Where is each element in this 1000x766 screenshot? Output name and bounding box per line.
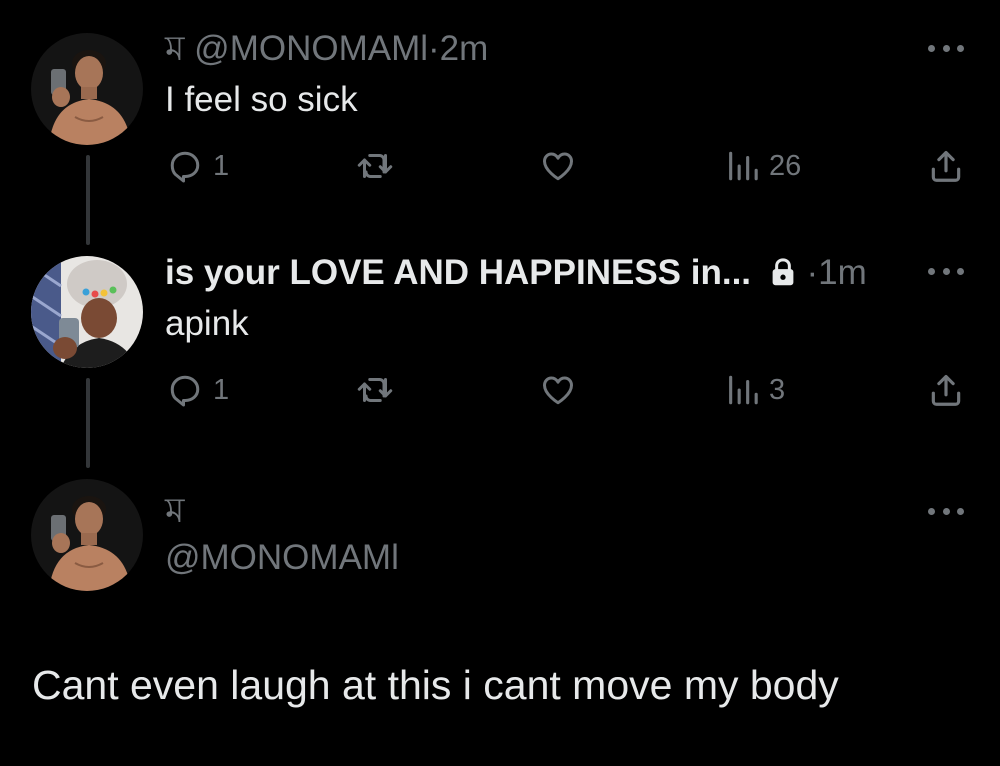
display-name[interactable]: ম — [165, 29, 184, 68]
reply-button[interactable]: 1 — [167, 144, 229, 188]
action-bar: 1 3 — [165, 368, 965, 412]
share-button[interactable] — [927, 368, 965, 412]
share-button[interactable] — [927, 144, 965, 188]
views-icon — [729, 375, 758, 405]
share-icon — [931, 150, 961, 182]
views-button[interactable]: 3 — [725, 368, 785, 412]
reply-icon — [170, 375, 200, 407]
retweet-button[interactable] — [355, 144, 395, 188]
tweet-text: apink — [165, 304, 249, 343]
tweet-time[interactable]: 2m — [440, 29, 489, 68]
like-icon — [543, 152, 573, 181]
action-bar: 1 26 — [165, 144, 965, 188]
reply-count: 1 — [213, 149, 230, 182]
more-icon[interactable] — [928, 41, 964, 55]
avatar-love-and-happiness[interactable] — [31, 256, 143, 368]
user-handle-row: @MONOMAMl — [165, 537, 399, 579]
more-icon[interactable] — [928, 264, 964, 278]
user-handle[interactable]: @MONOMAMl — [194, 29, 428, 68]
separator-dot: · — [806, 253, 819, 292]
tweet-text: Cant even laugh at this i cant move my b… — [32, 662, 839, 708]
retweet-button[interactable] — [355, 368, 395, 412]
reply-icon — [170, 151, 200, 183]
more-icon[interactable] — [928, 504, 964, 518]
like-button[interactable] — [539, 368, 577, 412]
reply-button[interactable]: 1 — [167, 368, 229, 412]
tweet-text: I feel so sick — [165, 80, 358, 119]
thread-connector — [86, 378, 90, 468]
display-name[interactable]: is your LOVE AND HAPPINESS in... — [165, 253, 751, 292]
views-icon — [729, 151, 758, 181]
tweet-time[interactable]: 1m — [818, 253, 867, 292]
reply-count: 1 — [213, 373, 230, 406]
thread-connector — [86, 155, 90, 245]
user-handle[interactable]: @MONOMAMl — [165, 538, 399, 577]
like-button[interactable] — [539, 144, 577, 188]
separator-dot: · — [428, 29, 440, 68]
share-icon — [931, 374, 961, 406]
like-icon — [543, 376, 573, 405]
retweet-icon — [357, 378, 393, 402]
tweet-header: ম @MONOMAMl·2m — [165, 28, 488, 70]
lock-icon — [772, 258, 794, 286]
avatar-monomaml[interactable] — [31, 479, 143, 591]
avatar-monomaml[interactable] — [31, 33, 143, 145]
tweet-header: ম — [165, 490, 184, 532]
retweet-icon — [357, 154, 393, 178]
views-button[interactable]: 26 — [725, 144, 801, 188]
tweet-header: is your LOVE AND HAPPINESS in... ·1m — [165, 252, 867, 294]
view-count: 3 — [769, 373, 786, 406]
view-count: 26 — [769, 149, 802, 182]
display-name[interactable]: ম — [165, 491, 184, 530]
